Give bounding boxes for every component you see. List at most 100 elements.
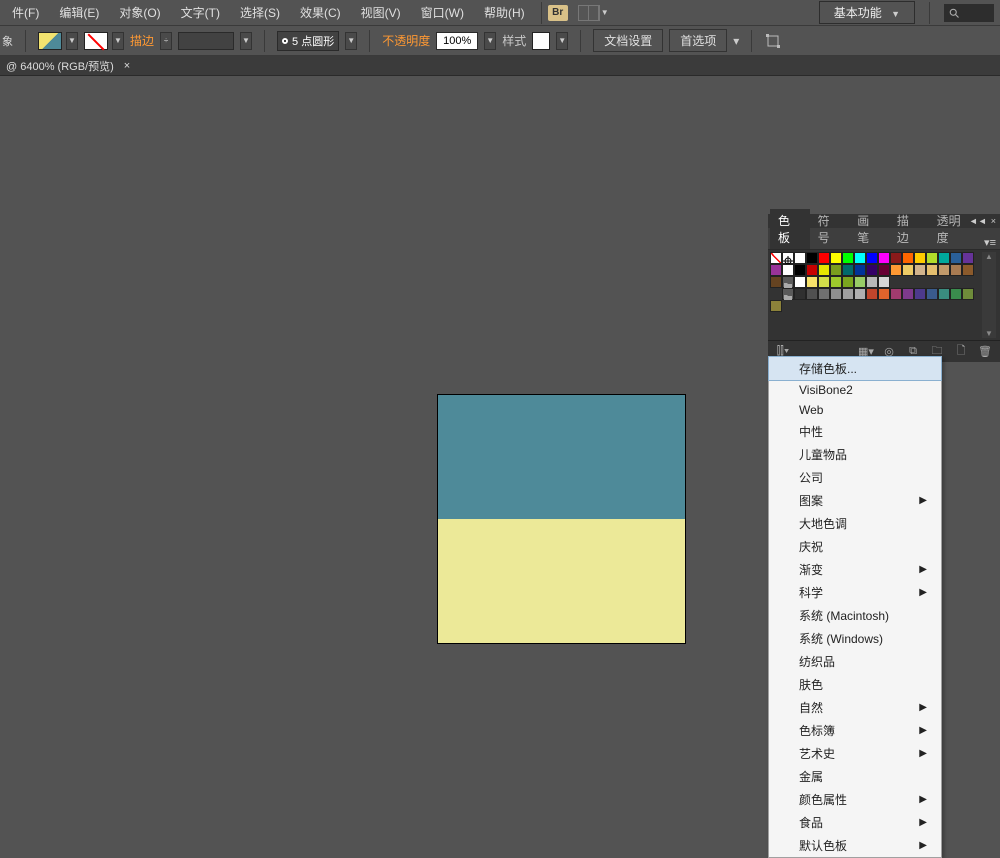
menu-item[interactable]: 中性: [769, 420, 941, 443]
menu-item[interactable]: 公司: [769, 466, 941, 489]
swatch[interactable]: [926, 264, 938, 276]
tab-transparency[interactable]: 透明度: [929, 209, 980, 249]
swatch[interactable]: [914, 264, 926, 276]
menu-item[interactable]: 儿童物品: [769, 443, 941, 466]
tab-brushes[interactable]: 画笔: [849, 209, 889, 249]
menu-help[interactable]: 帮助(H): [474, 4, 535, 21]
stroke-weight-input[interactable]: [178, 32, 234, 50]
stroke-link-icon[interactable]: ÷: [160, 32, 172, 50]
swatch[interactable]: [806, 252, 818, 264]
swatch[interactable]: [842, 264, 854, 276]
swatch[interactable]: [818, 252, 830, 264]
swatch[interactable]: [842, 276, 854, 288]
swatch[interactable]: [794, 288, 806, 300]
menu-item[interactable]: 色标簿▶: [769, 719, 941, 742]
menu-item[interactable]: 系统 (Windows): [769, 627, 941, 650]
menu-file[interactable]: 件(F): [2, 4, 49, 21]
stroke-profile-caret[interactable]: ▼: [345, 32, 357, 50]
arrange-icon[interactable]: [578, 5, 600, 21]
swatch[interactable]: [854, 288, 866, 300]
search-input[interactable]: [944, 4, 994, 22]
menu-effect[interactable]: 效果(C): [290, 4, 351, 21]
swatch[interactable]: [962, 264, 974, 276]
swatch[interactable]: [878, 288, 890, 300]
swatch[interactable]: [878, 264, 890, 276]
menu-item[interactable]: 艺术史▶: [769, 742, 941, 765]
swatch[interactable]: [902, 288, 914, 300]
swatch[interactable]: [878, 276, 890, 288]
swatch[interactable]: [794, 264, 806, 276]
swatch[interactable]: [890, 288, 902, 300]
fill-caret[interactable]: ▼: [66, 32, 78, 50]
swatch[interactable]: [950, 288, 962, 300]
swatch[interactable]: [902, 276, 914, 288]
style-caret[interactable]: ▼: [556, 32, 568, 50]
swatch[interactable]: [950, 252, 962, 264]
menu-window[interactable]: 窗口(W): [411, 4, 474, 21]
swatch[interactable]: [914, 288, 926, 300]
swatch[interactable]: [782, 288, 794, 300]
menu-object[interactable]: 对象(O): [109, 4, 170, 21]
menu-item[interactable]: 渐变▶: [769, 558, 941, 581]
menu-item[interactable]: 肤色: [769, 673, 941, 696]
swatch[interactable]: [782, 276, 794, 288]
menu-item[interactable]: 庆祝: [769, 535, 941, 558]
close-tab-icon[interactable]: ×: [124, 60, 130, 72]
style-swatch[interactable]: [532, 32, 550, 50]
swatch[interactable]: [830, 252, 842, 264]
menu-item[interactable]: 食品▶: [769, 811, 941, 834]
swatch[interactable]: [830, 276, 842, 288]
swatch[interactable]: [818, 276, 830, 288]
fill-swatch[interactable]: [38, 32, 62, 50]
swatch[interactable]: [830, 264, 842, 276]
swatch[interactable]: [806, 276, 818, 288]
menu-item[interactable]: Web: [769, 400, 941, 420]
swatch[interactable]: [818, 264, 830, 276]
prefs-caret[interactable]: ▾: [733, 34, 739, 48]
delete-swatch-icon[interactable]: 🗑: [978, 345, 992, 358]
swatch[interactable]: [902, 264, 914, 276]
menu-text[interactable]: 文字(T): [171, 4, 230, 21]
panel-menu-icon[interactable]: ▾≡: [980, 236, 1000, 249]
menu-item[interactable]: 大地色调: [769, 512, 941, 535]
swatch[interactable]: [818, 288, 830, 300]
stroke-weight-caret[interactable]: ▼: [240, 32, 252, 50]
swatch[interactable]: [950, 276, 962, 288]
menu-item[interactable]: VisiBone2: [769, 380, 941, 400]
shape-bottom[interactable]: [438, 519, 685, 643]
swatch[interactable]: [866, 252, 878, 264]
artboard[interactable]: [437, 394, 686, 644]
swatch[interactable]: [866, 288, 878, 300]
swatch[interactable]: [878, 252, 890, 264]
swatch[interactable]: [866, 264, 878, 276]
swatch[interactable]: [770, 300, 782, 312]
swatch[interactable]: [914, 276, 926, 288]
swatch[interactable]: [854, 252, 866, 264]
swatch[interactable]: [806, 264, 818, 276]
doc-setup-button[interactable]: 文档设置: [593, 29, 663, 52]
swatch[interactable]: [770, 288, 782, 300]
swatch[interactable]: [794, 276, 806, 288]
swatch[interactable]: [962, 288, 974, 300]
swatch[interactable]: [926, 276, 938, 288]
swatch[interactable]: [854, 264, 866, 276]
swatch[interactable]: [770, 252, 782, 264]
menu-edit[interactable]: 编辑(E): [49, 4, 109, 21]
swatch[interactable]: [938, 288, 950, 300]
menu-item[interactable]: 科学▶: [769, 581, 941, 604]
menu-item[interactable]: 金属: [769, 765, 941, 788]
bridge-icon[interactable]: Br: [548, 5, 568, 21]
swatch[interactable]: [770, 276, 782, 288]
swatch[interactable]: [806, 288, 818, 300]
swatch[interactable]: [830, 288, 842, 300]
swatch[interactable]: [962, 276, 974, 288]
tab-symbols[interactable]: 符号: [810, 209, 850, 249]
tab-stroke[interactable]: 描边: [889, 209, 929, 249]
menu-item[interactable]: 纺织品: [769, 650, 941, 673]
panel-close-icon[interactable]: ×: [991, 216, 996, 226]
stroke-caret[interactable]: ▼: [112, 32, 124, 50]
swatch[interactable]: [794, 252, 806, 264]
swatch[interactable]: [938, 264, 950, 276]
workspace-switcher[interactable]: 基本功能 ▼: [819, 1, 915, 24]
swatch[interactable]: [950, 264, 962, 276]
